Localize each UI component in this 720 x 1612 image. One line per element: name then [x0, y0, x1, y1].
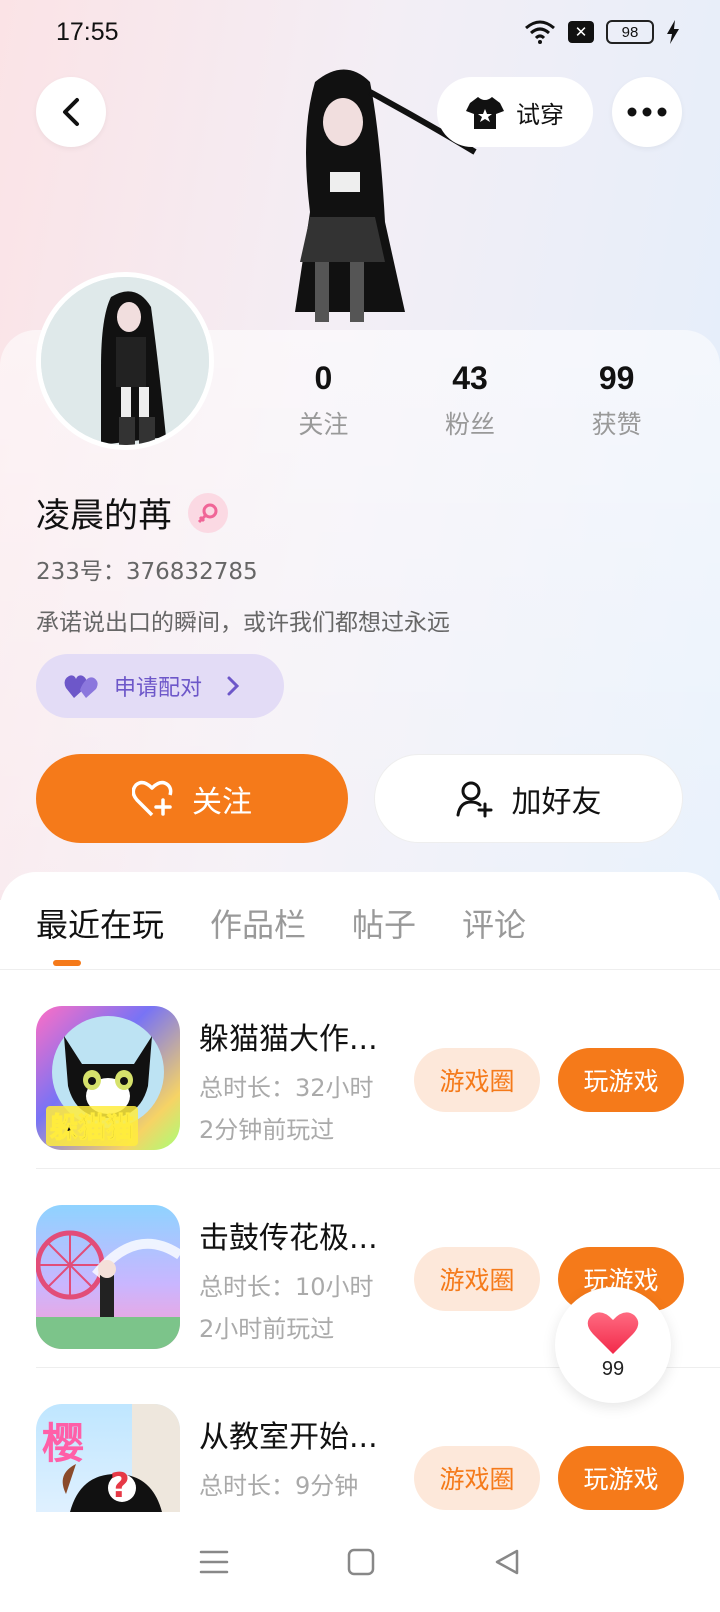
tab-works[interactable]: 作品栏	[210, 900, 306, 946]
stat-label: 获赞	[591, 410, 642, 439]
profile-bio: 承诺说出口的瞬间，或许我们都想过永远	[36, 610, 450, 636]
tab-active-indicator	[53, 960, 81, 966]
profile-name: 凌晨的苒	[36, 496, 172, 536]
stat-label: 粉丝	[445, 410, 496, 439]
content-panel: 最近在玩 作品栏 帖子 评论 躲猫猫 躲猫猫大作... 总时长：32小时 2分钟…	[0, 872, 720, 1512]
heart-plus-icon	[132, 780, 173, 816]
game-icon-text: 躲猫猫	[46, 1106, 139, 1146]
game-title: 躲猫猫大作...	[199, 1022, 378, 1057]
game-icon-image[interactable]: 躲猫猫	[36, 1006, 180, 1150]
status-time: 17:55	[56, 17, 119, 46]
menu-icon[interactable]	[199, 1549, 229, 1575]
game-title: 击鼓传花极...	[199, 1221, 378, 1256]
play-game-button[interactable]: 玩游戏	[558, 1048, 684, 1112]
wifi-icon	[525, 20, 555, 44]
try-on-label: 试穿	[516, 100, 564, 129]
stat-value: 43	[452, 360, 488, 396]
chevron-left-icon	[63, 98, 79, 126]
stat-value: 0	[314, 360, 333, 396]
game-last-played: 2小时前玩过	[199, 1315, 335, 1343]
stat-label: 关注	[298, 410, 349, 439]
like-count: 99	[601, 1357, 625, 1380]
try-on-button[interactable]: 试穿	[437, 77, 593, 147]
tshirt-icon	[466, 97, 504, 129]
tab-bar: 最近在玩 作品栏 帖子 评论	[36, 900, 526, 946]
stat-fans[interactable]: 43 粉丝	[397, 360, 544, 441]
request-pair-button[interactable]: 申请配对	[36, 654, 284, 718]
play-game-button[interactable]: 玩游戏	[558, 1446, 684, 1510]
stat-likes[interactable]: 99 获赞	[543, 360, 690, 441]
status-icons: ✕ 98	[524, 20, 680, 44]
game-circle-button[interactable]: 游戏圈	[414, 1446, 540, 1510]
game-icon-image[interactable]: 樱 ?	[36, 1404, 180, 1512]
profile-uid: 233号：376832785	[36, 559, 258, 585]
follow-button[interactable]: 关注	[36, 754, 348, 843]
game-duration: 总时长：10小时	[199, 1273, 374, 1301]
request-pair-label: 申请配对	[114, 676, 203, 701]
system-nav-bar	[0, 1512, 720, 1612]
like-button[interactable]: 99	[555, 1287, 671, 1403]
follow-label: 关注	[192, 784, 252, 820]
add-user-icon	[456, 781, 492, 817]
question-mark-icon: ?	[110, 1466, 130, 1506]
stat-value: 99	[598, 360, 635, 396]
home-icon[interactable]	[347, 1548, 375, 1576]
add-friend-button[interactable]: 加好友	[374, 754, 683, 843]
back-button[interactable]	[36, 77, 106, 147]
add-friend-label: 加好友	[511, 784, 602, 820]
sim-off-icon: ✕	[568, 21, 594, 43]
status-bar: 17:55 ✕ 98	[0, 0, 720, 64]
stat-following[interactable]: 0 关注	[250, 360, 397, 441]
tab-comments[interactable]: 评论	[462, 900, 526, 946]
avatar-portrait-image	[41, 277, 209, 445]
tab-posts[interactable]: 帖子	[352, 900, 416, 946]
avatar[interactable]	[36, 272, 214, 450]
game-row[interactable]: 躲猫猫 躲猫猫大作... 总时长：32小时 2分钟前玩过 游戏圈 玩游戏	[0, 970, 720, 1169]
more-button[interactable]	[612, 77, 682, 147]
game-title: 从教室开始...	[199, 1420, 378, 1455]
game-circle-button[interactable]: 游戏圈	[414, 1048, 540, 1112]
more-dots-icon	[627, 107, 667, 117]
tab-recent[interactable]: 最近在玩	[36, 900, 164, 946]
game-duration: 总时长：32小时	[199, 1074, 374, 1102]
game-last-played: 2分钟前玩过	[199, 1116, 335, 1144]
chevron-right-icon	[227, 676, 240, 696]
battery-indicator: 98	[606, 20, 654, 44]
back-triangle-icon[interactable]	[493, 1548, 521, 1576]
heart-icon	[587, 1311, 639, 1354]
double-heart-icon	[64, 675, 98, 698]
game-circle-button[interactable]: 游戏圈	[414, 1247, 540, 1311]
female-icon	[188, 492, 228, 533]
stats-row: 0 关注 43 粉丝 99 获赞	[250, 360, 690, 441]
game-duration: 总时长：9分钟	[199, 1472, 359, 1500]
charging-icon	[667, 20, 679, 44]
profile-name-row: 凌晨的苒	[36, 488, 228, 537]
game-icon-image[interactable]	[36, 1205, 180, 1349]
game-icon-text: 樱	[42, 1419, 85, 1468]
